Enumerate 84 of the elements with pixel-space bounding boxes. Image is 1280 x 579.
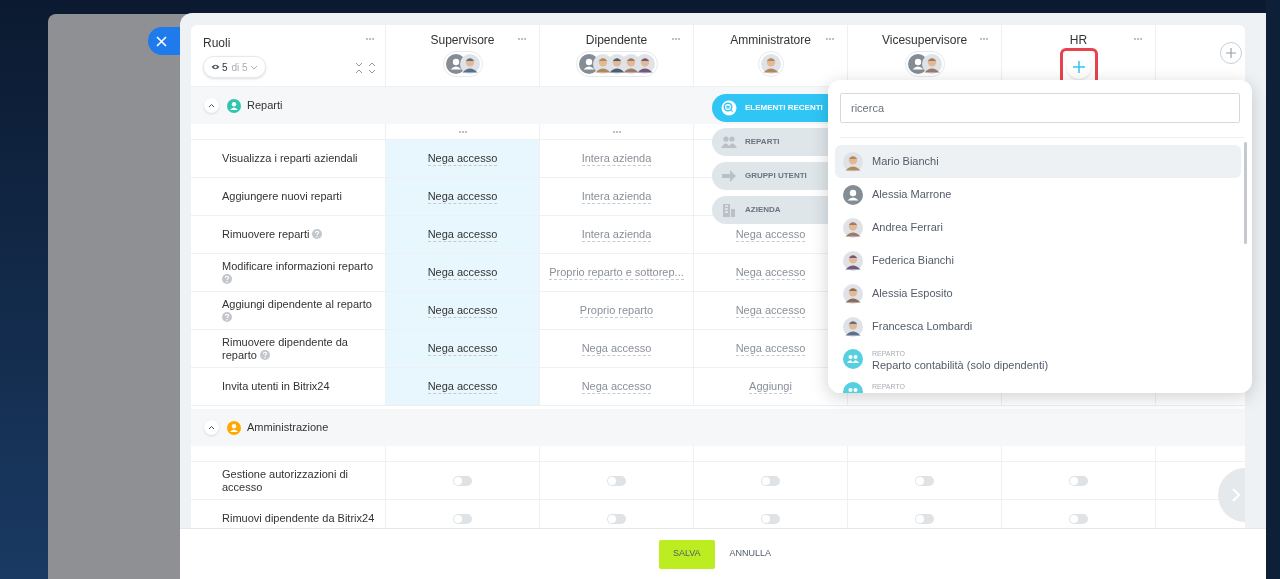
search-field[interactable]: ricerca (840, 93, 1240, 123)
save-button[interactable]: SALVA (658, 539, 715, 569)
access-selector[interactable]: Nega accesso (735, 227, 806, 242)
more-icon[interactable] (365, 37, 375, 41)
role-name: Dipendente (585, 33, 648, 47)
role-name: HR (1069, 33, 1088, 47)
toggle-switch[interactable] (761, 475, 780, 486)
column-title: Ruoli (203, 35, 231, 52)
visibility-filter[interactable]: 5 di 5 (203, 56, 266, 78)
access-selector[interactable]: Nega accesso (581, 379, 652, 394)
toggle-switch[interactable] (915, 475, 934, 486)
access-selector[interactable]: Nega accesso (581, 341, 652, 356)
access-selector[interactable]: Aggiungi (749, 379, 792, 394)
add-member-button[interactable] (1066, 55, 1091, 79)
role-name: Supervisore (430, 33, 495, 47)
permission-label: Gestione autorizzazioni di accesso (222, 467, 349, 494)
access-selector[interactable]: Nega accesso (427, 341, 498, 356)
toggle-switch[interactable] (761, 513, 780, 524)
access-selector[interactable]: Nega accesso (427, 265, 498, 280)
toggle-switch[interactable] (1069, 475, 1088, 486)
more-icon[interactable] (825, 37, 835, 41)
chevron-up-icon (208, 425, 215, 430)
access-selector[interactable]: Nega accesso (427, 303, 498, 318)
toggle-switch[interactable] (1069, 513, 1088, 524)
department-icon (843, 349, 863, 369)
access-selector[interactable]: Proprio reparto e sottorep... (549, 265, 684, 280)
help-icon[interactable] (312, 229, 323, 239)
access-selector[interactable]: Intera azienda (581, 227, 652, 242)
access-selector[interactable]: Nega accesso (735, 341, 806, 356)
access-selector[interactable]: Nega accesso (427, 227, 498, 242)
section-title: Amministrazione (247, 420, 329, 436)
cancel-button[interactable]: ANNULLA (727, 539, 774, 569)
collapse-button[interactable] (204, 420, 219, 435)
more-icon[interactable] (611, 129, 622, 134)
permission-label: Aggiungi dipendente al reparto (222, 297, 381, 324)
more-icon[interactable] (979, 37, 989, 41)
chevron-up-icon (208, 103, 215, 108)
access-selector[interactable]: Nega accesso (735, 303, 806, 318)
more-icon[interactable] (517, 37, 527, 41)
permission-label: Rimuovere reparti (222, 228, 381, 241)
access-selector[interactable]: Nega accesso (427, 379, 498, 394)
plus-icon (1226, 48, 1236, 58)
access-selector[interactable]: Nega accesso (735, 265, 806, 280)
more-icon[interactable] (457, 129, 468, 134)
access-selector[interactable]: Nega accesso (427, 151, 498, 166)
help-icon[interactable] (259, 349, 270, 360)
permission-label: Rimuovi dipendente da Bitrix24 (222, 512, 376, 525)
person-item[interactable]: Mario Bianchi (835, 145, 1241, 178)
people-icon (721, 134, 737, 150)
close-icon (156, 35, 167, 47)
user-avatar (459, 54, 480, 74)
chevron-right-icon (1232, 488, 1241, 502)
permission-label: Rimuovere dipendente da reparto (222, 335, 349, 362)
access-selector[interactable]: Intera azienda (581, 189, 652, 204)
section-title: Reparti (247, 98, 283, 114)
help-icon[interactable] (222, 273, 232, 284)
toggle-switch[interactable] (915, 513, 934, 524)
access-selector[interactable]: Nega accesso (427, 189, 498, 204)
permission-label: Invita utenti in Bitrix24 (222, 380, 331, 393)
permission-label: Modificare informazioni reparto (222, 259, 381, 286)
toggle-switch[interactable] (607, 513, 626, 524)
more-icon[interactable] (671, 37, 681, 41)
building-icon (721, 202, 737, 218)
collapse-icon[interactable] (355, 62, 363, 74)
permission-label: Aggiungere nuovi reparti (222, 190, 343, 203)
access-selector[interactable]: Proprio reparto (579, 303, 654, 318)
arrow-right-icon (721, 168, 737, 184)
user-avatar (634, 54, 655, 74)
toggle-switch[interactable] (607, 475, 626, 486)
help-icon[interactable] (222, 311, 232, 322)
search-list-icon (721, 100, 737, 116)
expand-icon[interactable] (368, 62, 376, 74)
collapse-button[interactable] (204, 98, 219, 113)
user-avatar (921, 54, 942, 74)
role-name: Vicesupervisore (881, 33, 968, 47)
eye-icon (211, 63, 220, 71)
permission-label: Visualizza i reparti aziendali (222, 152, 359, 165)
chevron-down-icon (249, 64, 258, 70)
more-icon[interactable] (1133, 37, 1143, 41)
role-name: Amministratore (730, 33, 811, 47)
toggle-switch[interactable] (453, 513, 472, 524)
access-selector[interactable]: Intera azienda (581, 151, 652, 166)
toggle-switch[interactable] (453, 475, 472, 486)
plus-icon (1072, 61, 1085, 73)
